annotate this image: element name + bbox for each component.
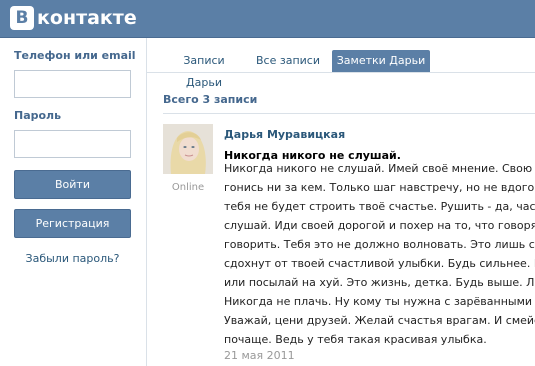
post-text-line: Никогда не плачь. Ну кому ты нужна с зар… xyxy=(224,295,535,308)
post-text-line: говорить. Тебя это не должно волновать. … xyxy=(224,238,535,251)
avatar[interactable] xyxy=(163,124,213,174)
phone-label: Телефон или email xyxy=(14,49,136,62)
password-input[interactable] xyxy=(14,130,131,158)
post-author[interactable]: Дарья Муравицкая xyxy=(224,128,345,141)
vk-logo-text: контакте xyxy=(37,7,137,29)
top-header: В контакте xyxy=(0,0,535,38)
login-button[interactable]: Войти xyxy=(14,170,131,199)
post-text-line: гонись ни за кем. Только шаг навстречу, … xyxy=(224,181,535,194)
vk-logo-icon: В xyxy=(10,6,34,30)
tab-bar: Записи Дарьи Все записи Заметки Дарьи xyxy=(147,38,535,89)
post-date: 21 мая 2011 xyxy=(224,349,295,362)
phone-input[interactable] xyxy=(14,70,131,98)
post-text-line: слушай. Иди своей дорогой и похер на то,… xyxy=(224,219,535,232)
password-label: Пароль xyxy=(14,109,62,122)
login-sidebar: Телефон или email Пароль Войти Регистрац… xyxy=(0,38,146,366)
post-title[interactable]: Никогда никого не слушай. xyxy=(224,149,401,162)
post-text-line: Никогда никого не слушай. Имей своё мнен… xyxy=(224,162,535,175)
post-text-line: Уважай, цени друзей. Желай счастья врага… xyxy=(224,314,535,327)
tab-darya-posts[interactable]: Записи Дарьи xyxy=(164,50,244,89)
tab-all-posts[interactable]: Все записи xyxy=(256,50,320,72)
vk-logo[interactable]: В контакте xyxy=(10,6,137,30)
sidebar-divider xyxy=(146,38,147,366)
post-text-line: сдохнут от твоей счастливой улыбки. Будь… xyxy=(224,257,535,270)
total-count: Всего 3 записи xyxy=(163,93,258,106)
forgot-password-link[interactable]: Забыли пароль? xyxy=(14,252,131,265)
online-status: Online xyxy=(171,182,205,193)
register-button[interactable]: Регистрация xyxy=(14,209,131,238)
content-divider xyxy=(163,113,535,114)
post-text-line: тебя не будет строить твоё счастье. Руши… xyxy=(224,200,535,213)
post-text-line: или посылай на хуй. Это жизнь, детка. Бу… xyxy=(224,276,535,289)
post-text-line: почаще. Ведь у тебя такая красивая улыбк… xyxy=(224,333,487,346)
tab-darya-notes[interactable]: Заметки Дарьи xyxy=(332,50,430,72)
